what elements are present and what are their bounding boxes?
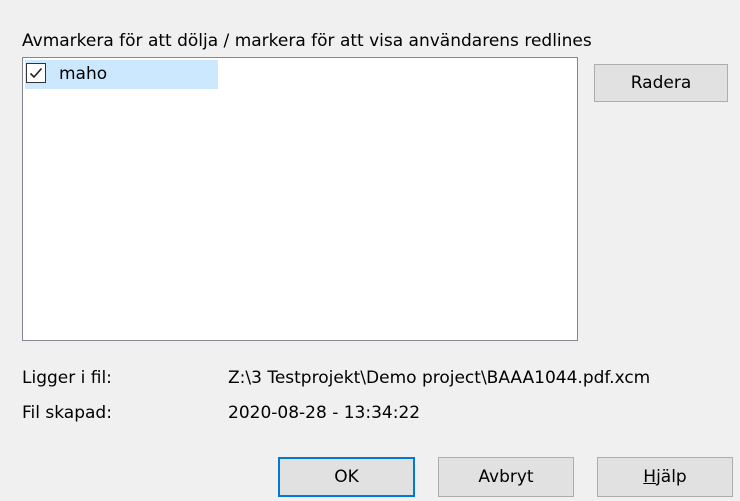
list-item-user[interactable]: maho (25, 60, 218, 89)
cancel-button[interactable]: Avbryt (438, 457, 574, 497)
help-mnemonic: H (643, 467, 657, 487)
help-label-rest: jälp (656, 467, 687, 487)
redlines-dialog: Avmarkera för att dölja / markera för at… (0, 0, 740, 501)
user-name-label: maho (59, 64, 108, 84)
user-checkbox[interactable] (26, 63, 46, 83)
user-redlines-list[interactable]: maho (22, 57, 578, 341)
checkmark-icon (29, 67, 43, 79)
delete-button[interactable]: Radera (594, 64, 728, 102)
ok-button[interactable]: OK (278, 457, 415, 497)
file-path-value: Z:\3 Testprojekt\Demo project\BAAA1044.p… (228, 368, 651, 388)
help-button[interactable]: Hjälp (597, 457, 733, 497)
file-label: Ligger i fil: (22, 368, 112, 388)
created-label: Fil skapad: (22, 403, 112, 423)
created-date-value: 2020-08-28 - 13:34:22 (228, 403, 421, 423)
instruction-text: Avmarkera för att dölja / markera för at… (22, 31, 592, 51)
